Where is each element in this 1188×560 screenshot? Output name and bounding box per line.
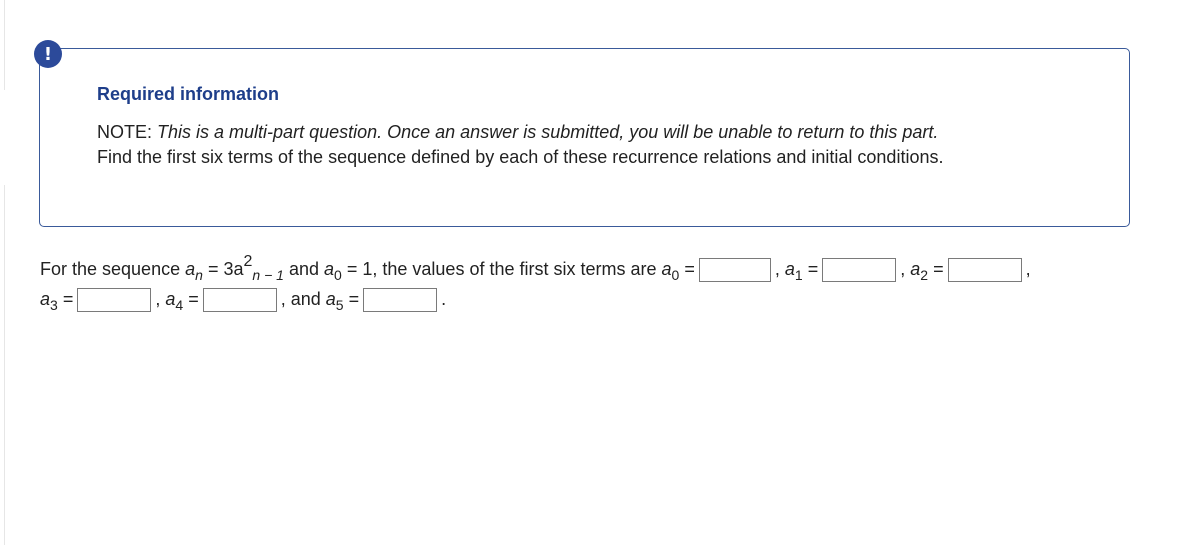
and-a5: , and <box>280 288 321 309</box>
label-a1-sub: 1 <box>794 266 803 283</box>
label-a4: a <box>165 288 176 309</box>
label-a5-eq: = <box>348 288 360 309</box>
comma-a2: , <box>1025 258 1031 279</box>
label-a4-eq: = <box>188 288 199 309</box>
label-a2: a <box>910 258 921 279</box>
values-phrase: the values of the first six terms are <box>382 258 657 279</box>
label-a3-eq: = <box>62 288 74 309</box>
comma-a3: , <box>155 288 161 309</box>
required-info-text: NOTE: This is a multi-part question. Onc… <box>97 120 1097 170</box>
answer-a4-input[interactable] <box>202 288 277 312</box>
note-text: This is a multi-part question. Once an a… <box>157 122 939 142</box>
sequence-a: a <box>185 258 196 279</box>
label-a1: a <box>784 258 795 279</box>
three-a: 3a <box>223 258 244 279</box>
label-a0: a <box>661 258 672 279</box>
initial-subscript: 0 <box>334 266 342 283</box>
exclamation-icon: ! <box>34 40 62 68</box>
label-a2-eq: = <box>933 258 944 279</box>
answer-a5-input[interactable] <box>363 288 438 312</box>
comma-a0: , <box>774 258 780 279</box>
comma-a1: , <box>900 258 906 279</box>
initial-a: a <box>324 258 335 279</box>
label-a3-sub: 3 <box>50 296 58 313</box>
left-border-lower <box>4 185 5 545</box>
note-label: NOTE: <box>97 122 153 142</box>
equals-sign: = <box>207 258 219 279</box>
label-a4-sub: 4 <box>175 296 184 313</box>
answer-a0-input[interactable] <box>698 258 771 282</box>
label-a0-sub: 0 <box>671 266 680 283</box>
label-a1-eq: = <box>807 258 819 279</box>
label-a0-eq: = <box>684 258 695 279</box>
question-line-1: For the sequence an = 3a2n − 1 and a0 = … <box>40 253 1180 288</box>
period: . <box>441 288 447 309</box>
required-info-panel: Required information NOTE: This is a mul… <box>39 48 1130 227</box>
label-a2-sub: 2 <box>920 266 929 283</box>
answer-a1-input[interactable] <box>822 258 897 282</box>
n-minus-1-subscript: n − 1 <box>252 266 284 283</box>
label-a3: a <box>40 288 51 309</box>
answer-a3-input[interactable] <box>77 288 152 312</box>
answer-a2-input[interactable] <box>947 258 1022 282</box>
sequence-n-subscript: n <box>195 266 203 283</box>
question-line-2: a3 =, a4 =, and a5 =. <box>40 288 1180 318</box>
instruction-text: Find the first six terms of the sequence… <box>97 147 944 167</box>
required-info-title: Required information <box>97 84 280 104</box>
label-a5: a <box>325 288 336 309</box>
question-intro: For the sequence <box>40 258 181 279</box>
question-body: For the sequence an = 3a2n − 1 and a0 = … <box>40 253 1180 318</box>
initial-value: = 1, <box>346 258 378 279</box>
and-word: and <box>288 258 319 279</box>
left-border <box>4 0 5 90</box>
label-a5-sub: 5 <box>335 296 344 313</box>
